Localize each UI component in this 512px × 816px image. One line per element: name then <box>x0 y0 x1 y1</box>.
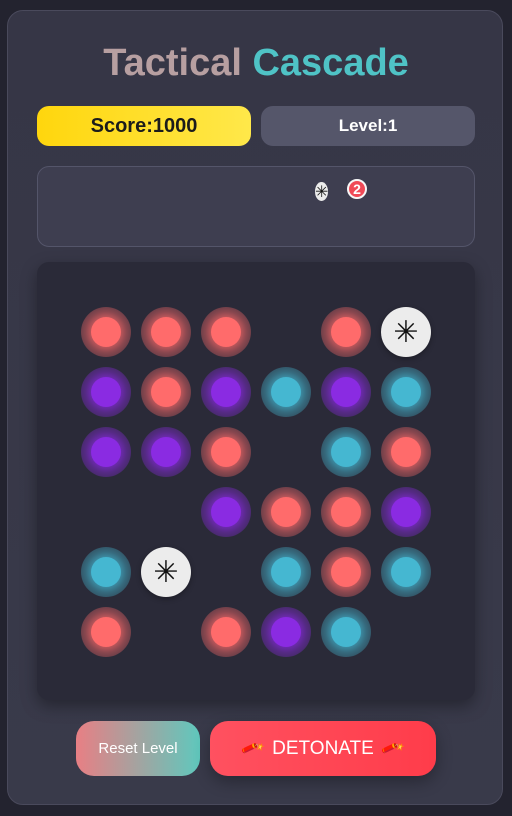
board-orb-red[interactable] <box>201 607 251 657</box>
orb-core <box>91 317 121 347</box>
orb-core <box>211 497 241 527</box>
orb-core <box>331 617 361 647</box>
orb-core <box>151 317 181 347</box>
orb-core <box>331 377 361 407</box>
board-orb-purple[interactable] <box>141 427 191 477</box>
board-orb-purple[interactable] <box>201 367 251 417</box>
firecracker-icon: 🧨 <box>379 736 406 762</box>
detonate-label: DETONATE <box>272 737 374 759</box>
board-bomb[interactable]: ✳ <box>141 547 191 597</box>
orb-core <box>91 377 121 407</box>
orb-core <box>331 497 361 527</box>
board-orb-red[interactable] <box>321 487 371 537</box>
score-display: Score:1000 <box>37 106 251 146</box>
reset-level-button[interactable]: Reset Level <box>76 721 200 776</box>
board-orb-purple[interactable] <box>81 427 131 477</box>
orb-core <box>271 377 301 407</box>
orb-core <box>91 437 121 467</box>
orb-core <box>211 377 241 407</box>
board-orb-red[interactable] <box>81 307 131 357</box>
orb-tray <box>37 166 475 247</box>
board-orb-purple[interactable] <box>201 487 251 537</box>
board-orb-cyan[interactable] <box>321 607 371 657</box>
board-orb-cyan[interactable] <box>321 427 371 477</box>
bomb-icon: ✳ <box>393 314 419 350</box>
game-board: ✳ ✳ <box>37 262 475 700</box>
orb-core <box>271 557 301 587</box>
board-orb-red[interactable] <box>381 427 431 477</box>
game-title: Tactical Cascade <box>0 40 512 86</box>
board-orb-cyan[interactable] <box>381 367 431 417</box>
detonate-button[interactable]: 🧨 DETONATE 🧨 <box>210 721 436 776</box>
orb-core <box>391 557 421 587</box>
orb-core <box>331 437 361 467</box>
title-word-2: Cascade <box>252 42 409 84</box>
board-orb-red[interactable] <box>321 307 371 357</box>
level-display: Level:1 <box>261 106 475 146</box>
orb-core <box>331 317 361 347</box>
bomb-icon: ✳ <box>153 554 179 590</box>
board-orb-cyan[interactable] <box>261 547 311 597</box>
board-orb-red[interactable] <box>141 367 191 417</box>
board-orb-red[interactable] <box>261 487 311 537</box>
firecracker-icon: 🧨 <box>240 736 266 762</box>
orb-core <box>391 377 421 407</box>
board-orb-red[interactable] <box>81 607 131 657</box>
tray-bomb[interactable]: ✳ <box>315 182 329 201</box>
orb-core <box>391 497 421 527</box>
board-orb-purple[interactable] <box>321 367 371 417</box>
bomb-icon: ✳ <box>315 182 329 201</box>
board-orb-cyan[interactable] <box>261 367 311 417</box>
board-orb-red[interactable] <box>141 307 191 357</box>
bomb-count-badge: 2 <box>347 179 367 199</box>
orb-core <box>211 617 241 647</box>
orb-core <box>211 437 241 467</box>
orb-core <box>151 437 181 467</box>
board-orb-red[interactable] <box>321 547 371 597</box>
orb-core <box>151 377 181 407</box>
orb-core <box>331 557 361 587</box>
orb-core <box>271 497 301 527</box>
board-orb-purple[interactable] <box>261 607 311 657</box>
board-bomb[interactable]: ✳ <box>381 307 431 357</box>
orb-core <box>211 317 241 347</box>
board-orb-purple[interactable] <box>381 487 431 537</box>
title-word-1: Tactical <box>103 42 242 84</box>
board-orb-red[interactable] <box>201 307 251 357</box>
board-orb-cyan[interactable] <box>81 547 131 597</box>
board-orb-red[interactable] <box>201 427 251 477</box>
board-orb-cyan[interactable] <box>381 547 431 597</box>
orb-core <box>391 437 421 467</box>
reset-level-label: Reset Level <box>98 740 178 757</box>
board-orb-purple[interactable] <box>81 367 131 417</box>
orb-core <box>271 617 301 647</box>
orb-core <box>91 617 121 647</box>
orb-core <box>91 557 121 587</box>
